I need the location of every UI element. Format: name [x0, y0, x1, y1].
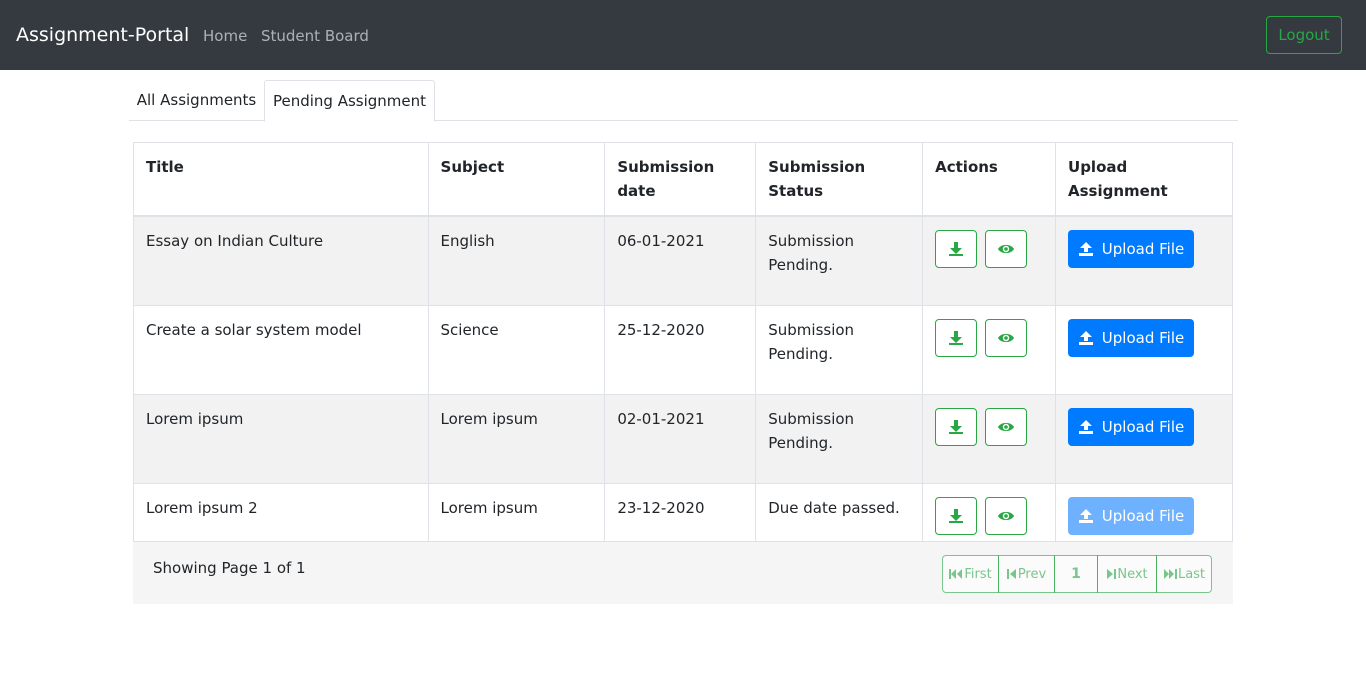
download-icon — [948, 330, 964, 346]
cell-submission-status: Submission Pending. — [755, 304, 924, 395]
tab-all-assignments[interactable]: All Assignments — [129, 80, 264, 121]
cell-submission-status: Submission Pending. — [755, 215, 924, 306]
cell-title: Lorem ipsum — [133, 393, 429, 484]
cell-actions — [922, 393, 1057, 484]
first-label: First — [964, 566, 992, 582]
eye-icon — [997, 421, 1015, 433]
table-row: Essay on Indian Culture English 06-01-2021… — [133, 215, 1233, 306]
last-page-button[interactable]: Last — [1156, 555, 1212, 593]
prev-label: Prev — [1017, 566, 1047, 582]
upload-file-label: Upload File — [1101, 328, 1185, 347]
next-label: Next — [1117, 566, 1148, 582]
last-label: Last — [1177, 566, 1206, 582]
header-submission-status: Submission Status — [755, 142, 924, 217]
cell-title: Essay on Indian Culture — [133, 215, 429, 306]
cell-submission-date: 23-12-2020 — [604, 482, 757, 549]
download-button[interactable] — [935, 496, 978, 535]
cell-actions — [922, 215, 1057, 306]
header-submission-date: Submission date — [604, 142, 757, 217]
assignments-table: Title Subject Submission date Submission… — [133, 142, 1233, 549]
cell-subject: Science — [427, 304, 606, 395]
cell-submission-status: Due date passed. — [755, 482, 924, 549]
download-icon — [948, 508, 964, 524]
brand-title[interactable]: Assignment-Portal — [16, 23, 189, 47]
assignment-tabs: All Assignments Pending Assignment — [129, 80, 1238, 122]
table-row: Lorem ipsum 2 Lorem ipsum 23-12-2020 Due da… — [133, 482, 1233, 549]
cell-actions — [922, 482, 1057, 549]
cell-subject: English — [427, 215, 606, 306]
header-upload-assignment: Upload Assignment — [1055, 142, 1233, 217]
view-button[interactable] — [985, 496, 1028, 535]
page-info: Showing Page 1 of 1 — [153, 559, 306, 577]
eye-icon — [997, 332, 1015, 344]
nav-home[interactable]: Home — [203, 26, 247, 46]
cell-actions — [922, 304, 1057, 395]
download-icon — [948, 419, 964, 435]
view-button[interactable] — [985, 318, 1028, 357]
download-icon — [948, 241, 964, 257]
cell-upload: Upload File — [1055, 482, 1233, 549]
cell-submission-date: 06-01-2021 — [604, 215, 757, 306]
upload-file-label: Upload File — [1101, 506, 1185, 525]
next-page-button[interactable]: Next — [1097, 555, 1157, 593]
prev-page-button[interactable]: Prev — [998, 555, 1055, 593]
table-row: Lorem ipsum Lorem ipsum 02-01-2021 Submissi… — [133, 393, 1233, 484]
download-button[interactable] — [935, 407, 978, 446]
upload-icon — [1078, 330, 1098, 346]
last-icon — [1163, 569, 1177, 579]
cell-subject: Lorem ipsum — [427, 393, 606, 484]
cell-submission-date: 02-01-2021 — [604, 393, 757, 484]
table-footer: Showing Page 1 of 1 First Prev 1 Next La… — [133, 541, 1233, 604]
upload-file-button[interactable]: Upload File — [1068, 407, 1195, 446]
upload-file-label: Upload File — [1101, 240, 1185, 258]
first-page-button[interactable]: First — [942, 555, 999, 593]
download-button[interactable] — [935, 318, 978, 357]
cell-upload: Upload File — [1055, 393, 1233, 484]
page-number-button[interactable]: 1 — [1054, 555, 1098, 593]
upload-file-label: Upload File — [1101, 417, 1185, 436]
prev-icon — [1006, 569, 1016, 579]
cell-upload: Upload File — [1055, 304, 1233, 395]
cell-subject: Lorem ipsum — [427, 482, 606, 549]
table-row: Create a solar system model Science 25-12-… — [133, 304, 1233, 395]
download-button[interactable] — [935, 230, 978, 268]
upload-icon — [1078, 419, 1098, 435]
upload-icon — [1078, 241, 1098, 257]
first-icon — [949, 569, 963, 579]
upload-file-button[interactable]: Upload File — [1068, 318, 1195, 357]
table-header-row: Title Subject Submission date Submission… — [133, 142, 1233, 217]
pagination: First Prev 1 Next Last — [942, 555, 1212, 593]
cell-submission-date: 25-12-2020 — [604, 304, 757, 395]
upload-icon — [1078, 508, 1098, 524]
logout-button[interactable]: Logout — [1266, 16, 1342, 54]
header-subject: Subject — [427, 142, 606, 217]
next-icon — [1107, 569, 1117, 579]
view-button[interactable] — [985, 407, 1028, 446]
upload-file-button[interactable]: Upload File — [1068, 496, 1195, 535]
eye-icon — [997, 510, 1015, 522]
header-title: Title — [133, 142, 429, 217]
cell-upload: Upload File — [1055, 215, 1233, 306]
nav-student-board[interactable]: Student Board — [261, 26, 369, 46]
cell-submission-status: Submission Pending. — [755, 393, 924, 484]
eye-icon — [997, 243, 1015, 255]
upload-file-button[interactable]: Upload File — [1068, 230, 1195, 268]
cell-title: Lorem ipsum 2 — [133, 482, 429, 549]
tab-pending-assignment[interactable]: Pending Assignment — [264, 80, 435, 122]
navbar: Assignment-Portal Home Student Board Log… — [0, 0, 1366, 70]
header-actions: Actions — [922, 142, 1057, 217]
cell-title: Create a solar system model — [133, 304, 429, 395]
view-button[interactable] — [985, 230, 1028, 268]
